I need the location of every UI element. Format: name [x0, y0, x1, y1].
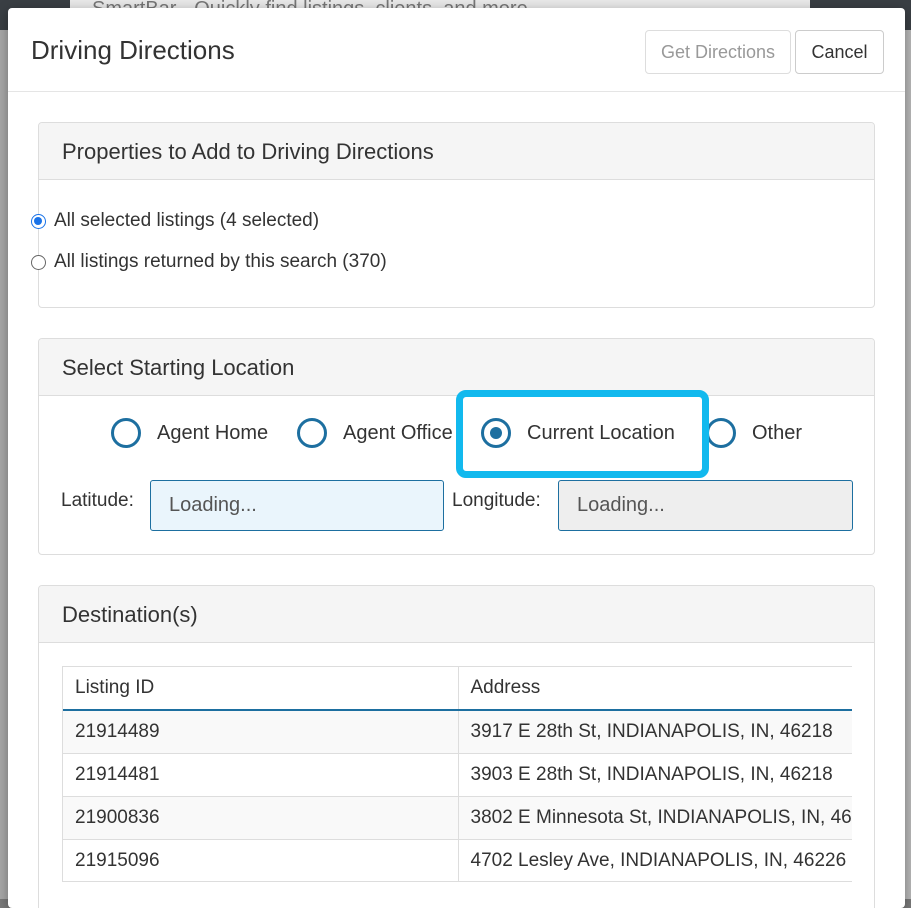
driving-directions-modal: Driving Directions Get Directions Cancel… [8, 8, 905, 908]
radio-agent-office[interactable] [297, 418, 327, 448]
location-option-other[interactable]: Other [706, 418, 802, 448]
address-cell: 4702 Lesley Ave, INDIANAPOLIS, IN, 46226 [458, 838, 852, 881]
background-right-edge [905, 30, 911, 899]
modal-title: Driving Directions [31, 35, 235, 65]
get-directions-button[interactable]: Get Directions [645, 30, 791, 74]
listing-id-cell: 21914481 [63, 752, 459, 796]
address-cell: 3802 E Minnesota St, INDIANAPOLIS, IN, 4… [458, 795, 852, 839]
listing-id-cell: 21915096 [63, 838, 459, 881]
radio-other[interactable] [706, 418, 736, 448]
properties-heading: Properties to Add to Driving Directions [39, 123, 874, 180]
starting-location-heading: Select Starting Location [39, 339, 874, 396]
listing-id-cell: 21900836 [63, 795, 459, 839]
location-option-label: Other [752, 421, 803, 444]
location-option-label: Current Location [527, 421, 675, 444]
longitude-input[interactable] [558, 480, 853, 531]
column-header-listing-id[interactable]: Listing ID [63, 667, 459, 711]
address-cell: 3917 E 28th St, INDIANAPOLIS, IN, 46218 [458, 709, 852, 753]
radio-all-search[interactable] [31, 254, 46, 270]
radio-current-location[interactable] [481, 418, 511, 448]
table-row[interactable]: 21900836 3802 E Minnesota St, INDIANAPOL… [63, 795, 852, 839]
table-row[interactable]: 21915096 4702 Lesley Ave, INDIANAPOLIS, … [63, 838, 852, 881]
table-row[interactable]: 21914489 3917 E 28th St, INDIANAPOLIS, I… [63, 709, 852, 753]
destinations-table-container[interactable]: Listing ID Address 21914489 3917 E 28th … [62, 666, 852, 882]
option-label: All listings returned by this search (37… [54, 251, 387, 272]
destinations-table: Listing ID Address 21914489 3917 E 28th … [63, 667, 852, 881]
option-all-search-listings[interactable]: All listings returned by this search (37… [31, 251, 387, 273]
location-option-agent-home[interactable]: Agent Home [111, 418, 268, 448]
radio-all-selected[interactable] [31, 213, 46, 229]
option-all-selected-listings[interactable]: All selected listings (4 selected) [31, 210, 319, 232]
latitude-label: Latitude: [61, 490, 134, 511]
destinations-heading: Destination(s) [39, 586, 874, 643]
table-row[interactable]: 21914481 3903 E 28th St, INDIANAPOLIS, I… [63, 752, 852, 796]
table-header-row: Listing ID Address [63, 667, 852, 711]
column-header-address[interactable]: Address [458, 667, 852, 711]
option-label: All selected listings (4 selected) [54, 210, 320, 231]
location-option-agent-office[interactable]: Agent Office [297, 418, 453, 448]
latitude-input[interactable] [150, 480, 444, 531]
longitude-label: Longitude: [452, 490, 541, 511]
location-option-current-location[interactable]: Current Location [481, 418, 675, 448]
cancel-button[interactable]: Cancel [795, 30, 884, 74]
modal-header: Driving Directions Get Directions Cancel [8, 8, 905, 92]
location-option-label: Agent Office [343, 421, 453, 444]
location-option-label: Agent Home [157, 421, 269, 444]
radio-agent-home[interactable] [111, 418, 141, 448]
background-left-edge [0, 30, 8, 899]
address-cell: 3903 E 28th St, INDIANAPOLIS, IN, 46218 [458, 752, 852, 796]
listing-id-cell: 21914489 [63, 709, 459, 753]
